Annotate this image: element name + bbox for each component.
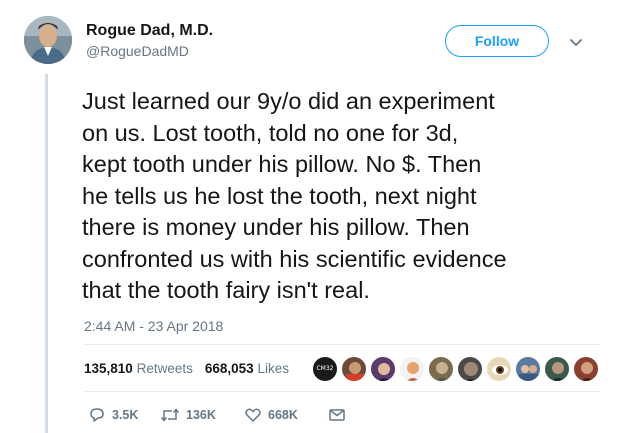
envelope-icon bbox=[328, 406, 346, 424]
retweet-icon bbox=[160, 406, 180, 424]
thread-line bbox=[45, 74, 48, 433]
divider bbox=[84, 344, 600, 345]
follow-button[interactable]: Follow bbox=[445, 25, 549, 57]
liker-avatar[interactable] bbox=[428, 356, 454, 382]
engagement-stats: 135,810 Retweets 668,053 Likes bbox=[84, 361, 289, 376]
author-handle[interactable]: @RogueDadMD bbox=[86, 43, 189, 59]
avatar[interactable] bbox=[24, 16, 72, 64]
liker-avatar[interactable] bbox=[573, 356, 599, 382]
liker-avatar[interactable] bbox=[515, 356, 541, 382]
retweets-label: Retweets bbox=[136, 361, 193, 376]
tweet-timestamp[interactable]: 2:44 AM - 23 Apr 2018 bbox=[84, 318, 223, 334]
reply-button[interactable]: 3.5K bbox=[88, 405, 138, 425]
liker-avatar[interactable] bbox=[457, 356, 483, 382]
chevron-down-icon[interactable] bbox=[569, 35, 583, 46]
divider bbox=[84, 391, 600, 392]
liker-avatar[interactable] bbox=[399, 356, 425, 382]
heart-icon bbox=[244, 406, 262, 424]
liker-avatar[interactable] bbox=[544, 356, 570, 382]
retweets-stat[interactable]: 135,810 Retweets bbox=[84, 361, 193, 376]
liker-avatar[interactable] bbox=[341, 356, 367, 382]
retweets-count: 135,810 bbox=[84, 361, 133, 376]
likes-label: Likes bbox=[257, 361, 289, 376]
like-button[interactable]: 668K bbox=[244, 405, 298, 425]
likes-count: 668,053 bbox=[204, 361, 254, 376]
retweet-count: 136K bbox=[186, 408, 216, 422]
direct-message-button[interactable] bbox=[328, 405, 346, 425]
like-count: 668K bbox=[268, 408, 298, 422]
liker-avatar[interactable] bbox=[370, 356, 396, 382]
reply-count: 3.5K bbox=[112, 408, 139, 422]
tweet-text: Just learned our 9y/o did an experiment … bbox=[82, 88, 507, 303]
retweet-button[interactable]: 136K bbox=[160, 405, 216, 425]
liker-badge: CM32 bbox=[316, 365, 334, 372]
liker-avatar[interactable]: CM32 bbox=[312, 356, 338, 382]
author-name[interactable]: Rogue Dad, M.D. bbox=[86, 22, 213, 40]
tweet: Rogue Dad, M.D. @RogueDadMD Follow Just … bbox=[0, 0, 618, 433]
likes-stat[interactable]: 668,053 Likes bbox=[205, 361, 289, 376]
reply-icon bbox=[88, 406, 106, 424]
liker-avatar[interactable] bbox=[486, 356, 512, 382]
